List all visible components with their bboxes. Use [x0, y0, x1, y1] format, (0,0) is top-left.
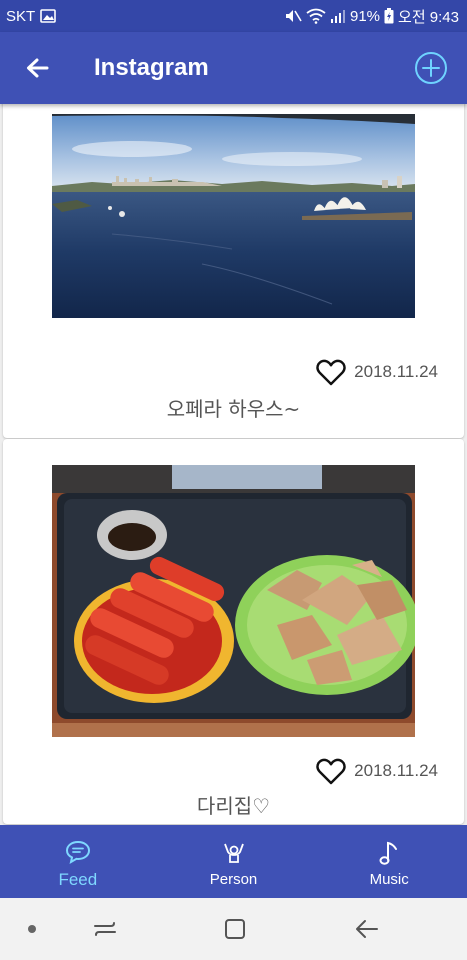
post-card: 2018.11.24 오페라 하우스~ — [3, 104, 464, 438]
system-navigation-bar — [0, 898, 467, 960]
recent-apps-icon — [94, 922, 116, 936]
back-button[interactable] — [18, 49, 56, 87]
status-left: SKT — [6, 8, 56, 25]
post-date: 2018.11.24 — [354, 761, 438, 780]
status-right: 91% 오전 9:43 — [284, 6, 459, 27]
plus-circle-icon — [415, 52, 447, 84]
dot-indicator-icon — [28, 925, 36, 933]
gallery-notification-icon — [40, 9, 56, 23]
post-date: 2018.11.24 — [354, 362, 438, 381]
tteokbokki-and-fried-dumplings-photo[interactable] — [52, 465, 415, 737]
mute-icon — [284, 8, 302, 24]
nav-item-person[interactable]: Person — [156, 825, 312, 898]
wifi-icon — [306, 8, 326, 24]
post-card: 2018.11.24 다리집♡ — [3, 439, 464, 824]
bottom-navigation: Feed Person Music — [0, 825, 467, 898]
like-button[interactable] — [316, 757, 346, 785]
post-caption: 오페라 하우스~ — [166, 397, 301, 421]
arrow-left-icon — [27, 58, 49, 78]
app-title: Instagram — [94, 54, 209, 81]
carrier-label: SKT — [6, 7, 36, 25]
status-bar: SKT 91% 오전 9:43 — [0, 0, 467, 32]
sydney-harbour-opera-house-photo[interactable] — [52, 114, 415, 318]
nav-item-feed[interactable]: Feed — [0, 825, 156, 898]
heart-outline-icon — [316, 758, 346, 784]
home-button[interactable] — [220, 914, 250, 944]
clock: 오전 9:43 — [398, 8, 459, 26]
recent-apps-button[interactable] — [90, 914, 120, 944]
add-post-button[interactable] — [413, 50, 449, 86]
heart-outline-icon — [316, 359, 346, 385]
nav-label-person: Person — [209, 871, 258, 888]
person-raised-hands-icon — [222, 839, 246, 867]
home-square-icon — [225, 919, 245, 939]
system-back-icon — [356, 920, 378, 938]
post-meta: 2018.11.24 — [316, 757, 438, 785]
music-note-icon — [378, 839, 400, 867]
nav-label-feed: Feed — [58, 869, 98, 889]
post-caption: 다리집♡ — [196, 794, 271, 818]
post-meta: 2018.11.24 — [316, 358, 438, 386]
nav-item-music[interactable]: Music — [311, 825, 467, 898]
feed-list[interactable]: 2018.11.24 오페라 하우스~ 2018.11.24 다리집♡ — [0, 104, 467, 825]
system-back-button[interactable] — [352, 914, 382, 944]
app-bar: Instagram — [0, 32, 467, 104]
battery-charging-icon — [384, 8, 394, 24]
nav-label-music: Music — [369, 871, 409, 888]
like-button[interactable] — [316, 358, 346, 386]
battery-percent: 91% — [350, 7, 381, 25]
chat-bubble-icon — [65, 838, 91, 866]
signal-icon — [330, 9, 346, 23]
